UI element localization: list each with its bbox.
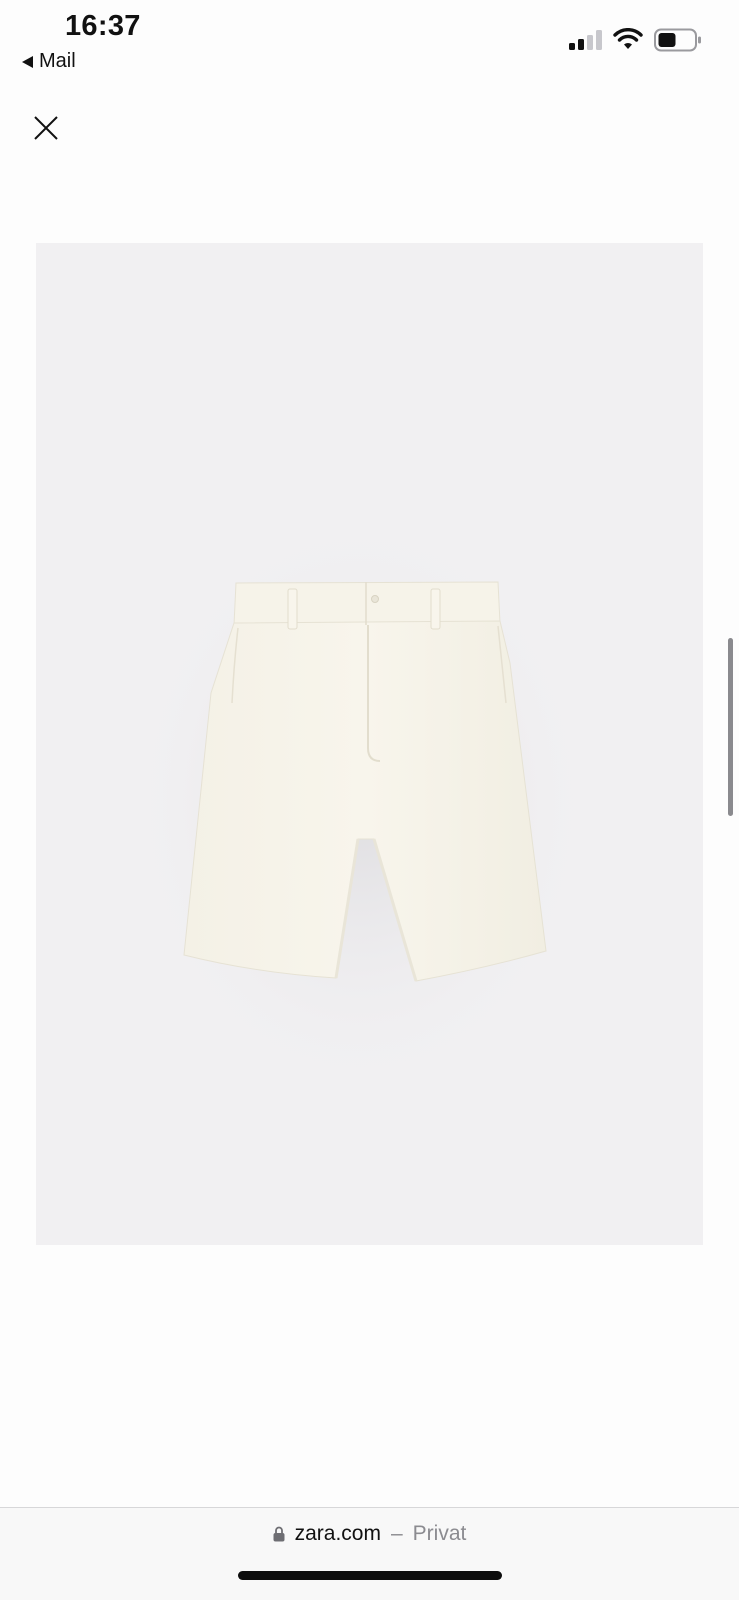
shorts-illustration: [121, 503, 601, 1103]
back-app-label: Mail: [39, 50, 76, 72]
wifi-icon: [613, 28, 643, 49]
address-domain: zara.com: [294, 1522, 381, 1545]
browsing-mode-label: Privat: [412, 1522, 467, 1545]
close-icon[interactable]: [30, 112, 62, 144]
product-image[interactable]: [36, 243, 703, 1245]
address-bar[interactable]: zara.com – Privat: [0, 1507, 739, 1600]
back-to-mail-link[interactable]: Mail: [22, 50, 76, 73]
home-indicator[interactable]: [238, 1571, 502, 1580]
back-arrow-icon: [22, 55, 33, 68]
status-time: 16:37: [65, 10, 141, 42]
signal-icon: [569, 30, 602, 50]
lock-icon: [273, 1526, 285, 1542]
address-separator: –: [390, 1522, 403, 1545]
battery-icon: [654, 28, 701, 52]
scroll-indicator[interactable]: [728, 638, 733, 816]
